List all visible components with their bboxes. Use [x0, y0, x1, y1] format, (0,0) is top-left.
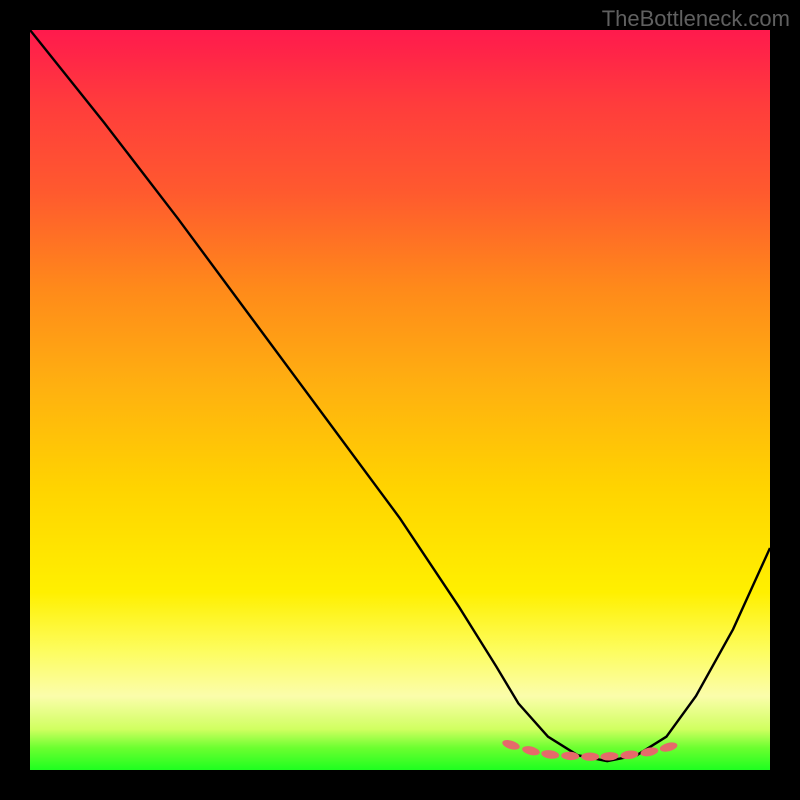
- chart-svg: [30, 30, 770, 770]
- basin-marker: [501, 738, 521, 751]
- basin-marker: [640, 746, 659, 758]
- basin-marker: [521, 745, 540, 757]
- basin-marker: [581, 752, 599, 761]
- basin-markers: [501, 738, 678, 761]
- bottleneck-curve-line: [30, 30, 770, 761]
- basin-marker: [659, 741, 678, 754]
- basin-marker: [561, 751, 579, 760]
- watermark-text: TheBottleneck.com: [602, 6, 790, 32]
- chart-container: TheBottleneck.com: [0, 0, 800, 800]
- basin-marker: [541, 749, 560, 760]
- plot-area: [30, 30, 770, 770]
